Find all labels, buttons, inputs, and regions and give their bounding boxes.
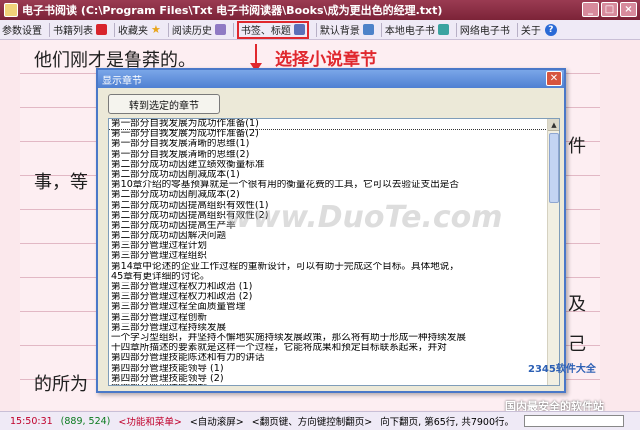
chapter-list-item[interactable]: 第四部分管理技能陈述和有力的讲话 [109, 353, 549, 363]
chapter-list-item[interactable]: 第三部分管理过程创新 [109, 313, 549, 323]
chapter-list-item[interactable]: 第14章中论述的企业工作过程的重新设计，可以有助于完成这个目标。具体地说， [109, 262, 549, 272]
history-icon [214, 24, 226, 35]
toolbar-separator [315, 22, 317, 37]
chapter-list-item[interactable]: 第一部分自我发展为成功作准备(2) [109, 129, 549, 139]
chapter-list-item[interactable]: 第三部分管理过程权力和政治 (1) [109, 282, 549, 292]
window-controls: _ □ × [582, 2, 637, 17]
status-page-info: 向下翻页, 第65行, 共7900行。 [380, 417, 515, 428]
chapter-list-item[interactable]: 第10章介绍的零基预算就是一个很有用的衡量花费的工具，它可以去验证支出是否 [109, 180, 549, 190]
scroll-up-arrow[interactable]: ▲ [548, 119, 559, 131]
app-icon [4, 3, 18, 17]
favorites-star-icon: ★ [151, 23, 161, 36]
bookmark-title-button[interactable]: 书签、标题 [236, 20, 309, 39]
scroll-thumb[interactable] [549, 133, 559, 203]
site-badge: 2345软件大全 [528, 364, 596, 375]
title-bar: 电子书阅读 (C:\Program Files\Txt 电子书阅读器\Books… [0, 0, 640, 20]
status-input-box[interactable] [524, 415, 625, 427]
chapter-list-item[interactable]: 第一部分自我发展为成功作准备(1) [109, 119, 550, 131]
chapter-list-item[interactable]: 第四部分管理技能领导 (2) [109, 374, 549, 384]
toolbar-separator [232, 22, 234, 37]
history-button[interactable]: 阅读历史 [172, 22, 226, 37]
settings-button[interactable]: 参数设置 [2, 22, 42, 37]
close-window-button[interactable]: × [620, 2, 637, 17]
annotation-label: 选择小说章节 [275, 50, 377, 70]
background-icon [362, 24, 374, 35]
chapter-list-item[interactable]: 第二部分成功动因削减成本(1) [109, 170, 549, 180]
toolbar-separator [49, 22, 50, 37]
chapter-list-item[interactable]: 第一部分自我发展清晰的思维(2) [109, 150, 549, 160]
chapter-list-item[interactable]: 第三部分管理过程计划 [109, 241, 549, 251]
network-ebook-button[interactable]: 网络电子书 [460, 22, 510, 37]
status-auto-scroll[interactable]: <自动滚屏> [190, 414, 244, 428]
status-bar: 15:50:31 (889, 524) <功能和菜单> <自动滚屏> <翻页键、… [0, 411, 640, 430]
dialog-close-button[interactable]: ✕ [546, 71, 562, 86]
page-text-fragment: 及 [568, 294, 586, 315]
chapter-list-item[interactable]: 第二部分成功动因建立绩效衡量标准 [109, 160, 549, 170]
book-list-icon [96, 24, 107, 35]
chapter-list-item[interactable]: 第四部分管理技能领导 (1) [109, 364, 549, 374]
page-text-line: 的所为 [34, 374, 88, 395]
chapter-list-item[interactable]: 第三部分管理过程权力和政治 (2) [109, 292, 549, 302]
toolbar-separator [167, 22, 169, 37]
book-list-button[interactable]: 书籍列表 [53, 22, 107, 37]
dialog-title-bar: 显示章节 [98, 70, 564, 88]
chapter-list-item[interactable]: 第一部分自我发展清晰的思维(1) [109, 139, 549, 149]
toolbar-separator [380, 22, 382, 37]
favorites-button[interactable]: 收藏夹 ★ [118, 22, 161, 37]
local-ebook-icon [437, 24, 449, 35]
dialog-title: 显示章节 [102, 75, 142, 87]
chapter-list-item[interactable]: 第二部分成功动因削减成本(2) [109, 190, 549, 200]
toolbar-separator [455, 22, 457, 37]
goto-chapter-button[interactable]: 转到选定的章节 [108, 94, 220, 114]
watermark-text: www.DuoTe.com [225, 200, 503, 235]
page-text-line: 事，等 [34, 172, 88, 193]
chapter-list-scrollbar[interactable]: ▲ [547, 119, 559, 385]
page-text-fragment: 己 [568, 334, 586, 355]
chapter-list-items: 第一部分自我发展为成功作准备(1) 第一部分自我发展为成功作准备(2) 第一部分自我… [109, 119, 550, 385]
page-text-fragment: 件 [568, 136, 586, 157]
chapter-list-item[interactable]: 第三部分管理过程组织 [109, 251, 549, 261]
chapter-list-item[interactable]: 第三部分管理过程持续发展 [109, 323, 549, 333]
status-coords: (889, 524) [60, 415, 111, 427]
default-background-button[interactable]: 默认背景 [320, 22, 374, 37]
chapter-list-item[interactable]: 第三部分管理过程全面质量管理 [109, 302, 549, 312]
maximize-button[interactable]: □ [601, 2, 618, 17]
toolbar-separator [516, 22, 518, 37]
bookmark-icon [293, 24, 305, 35]
local-ebook-button[interactable]: 本地电子书 [385, 22, 449, 37]
chapter-list-item[interactable]: 一个学习型组织，并坚持不懈地实施持续发展政策，那么将有助于形成一种持续发展 [109, 333, 549, 343]
about-button[interactable]: 关于? [521, 22, 557, 37]
status-time: 15:50:31 [10, 415, 53, 427]
help-icon: ? [544, 23, 557, 36]
status-function-menu[interactable]: <功能和菜单> [118, 414, 181, 428]
window-title: 电子书阅读 (C:\Program Files\Txt 电子书阅读器\Books… [22, 4, 443, 17]
chapter-list-item[interactable]: 第四部分管理技能控制 [109, 384, 549, 385]
chapter-list[interactable]: 第一部分自我发展为成功作准备(1) 第一部分自我发展为成功作准备(2) 第一部分自我… [108, 118, 560, 386]
chapter-list-item[interactable]: 十四章所描述的要素就是这样一个过程，它能将成果和预定目标联系起来，并对 [109, 343, 549, 353]
minimize-button[interactable]: _ [582, 2, 599, 17]
toolbar: 参数设置 书籍列表 收藏夹 ★ 阅读历史 书签、标题 默认背景 本地电子书 网络电… [0, 20, 640, 40]
status-key-hint: <翻页键、方向键控制翻页> [251, 417, 373, 428]
chapter-list-item[interactable]: 45章有更详细的讨论。 [109, 272, 549, 282]
toolbar-separator [114, 22, 115, 37]
